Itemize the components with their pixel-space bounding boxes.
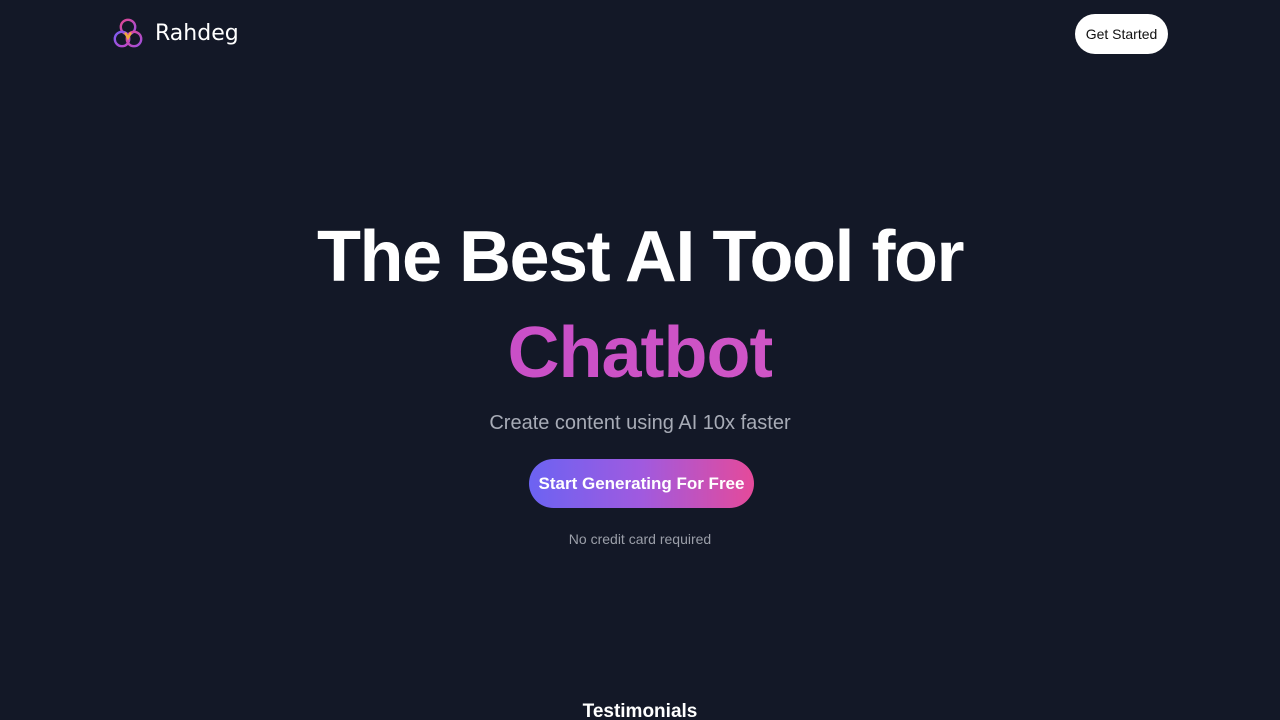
start-generating-button[interactable]: Start Generating For Free — [529, 459, 754, 508]
navbar: Rahdeg Get Started — [0, 0, 1280, 70]
landing-page: Rahdeg Get Started The Best AI Tool for … — [0, 0, 1280, 720]
hero-highlight-text: Chatbot — [507, 313, 774, 393]
get-started-button[interactable]: Get Started — [1075, 14, 1168, 54]
interlocking-rings-logo-icon — [113, 18, 143, 48]
hero-highlight: Chatbot — [0, 310, 1280, 396]
brand-name: Rahdeg — [155, 21, 239, 46]
no-credit-card-note: No credit card required — [568, 531, 712, 547]
testimonials-heading: Testimonials — [582, 701, 698, 720]
hero-title: The Best AI Tool for — [317, 217, 964, 297]
brand-link[interactable]: Rahdeg — [113, 17, 239, 50]
hero-subtitle: Create content using AI 10x faster — [489, 412, 791, 434]
